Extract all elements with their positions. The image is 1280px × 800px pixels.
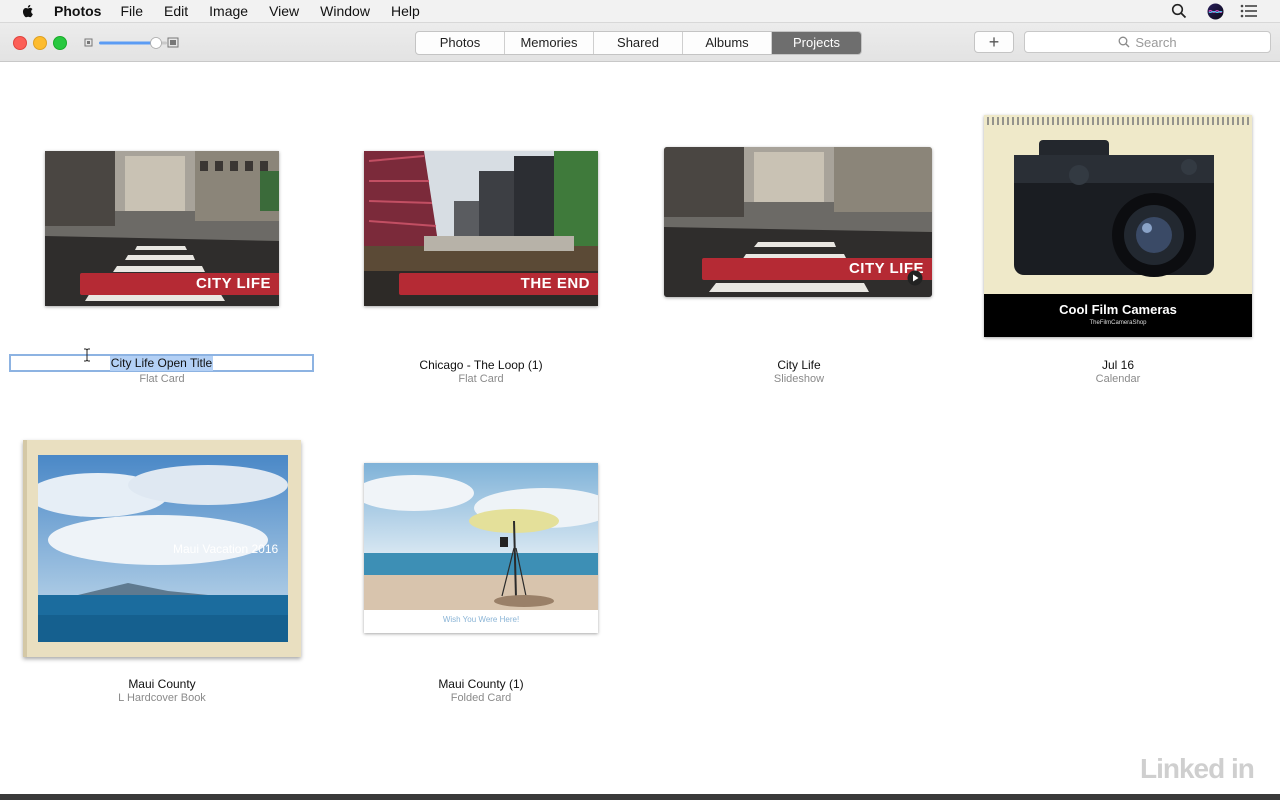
search-placeholder: Search bbox=[1135, 34, 1177, 50]
calendar-title: Cool Film Cameras bbox=[1059, 302, 1177, 317]
project-title-rename-field[interactable]: City Life Open Title bbox=[9, 354, 314, 372]
card-greeting-text: Wish You Were Here! bbox=[442, 615, 520, 624]
linkedin-watermark-logo: Linked in bbox=[1140, 753, 1255, 784]
menu-window[interactable]: Window bbox=[320, 3, 370, 19]
minimize-window-button[interactable] bbox=[33, 36, 47, 50]
apple-icon[interactable] bbox=[20, 3, 36, 19]
menu-app-name[interactable]: Photos bbox=[54, 3, 101, 19]
project-type-label: Calendar bbox=[1095, 373, 1141, 385]
project-type-label: Slideshow bbox=[773, 373, 825, 385]
project-type-label: Flat Card bbox=[458, 373, 504, 385]
close-window-button[interactable] bbox=[13, 36, 27, 50]
menu-view[interactable]: View bbox=[269, 3, 299, 19]
play-icon[interactable] bbox=[907, 270, 923, 286]
window-toolbar: Photos Memories Shared Albums Projects +… bbox=[0, 23, 1280, 62]
city-life-banner: City Life bbox=[702, 258, 932, 280]
menu-image[interactable]: Image bbox=[209, 3, 248, 19]
project-type-label: Flat Card bbox=[139, 373, 185, 385]
add-button[interactable]: + bbox=[974, 31, 1014, 53]
text-cursor-icon bbox=[84, 348, 90, 362]
tab-photos[interactable]: Photos bbox=[416, 32, 505, 54]
project-thumbnail-chicago-the-loop[interactable]: The End bbox=[364, 151, 598, 306]
book-title-overlay: Maui Vacation 2016 bbox=[173, 542, 279, 556]
search-icon bbox=[1118, 36, 1130, 48]
tab-memories[interactable]: Memories bbox=[505, 32, 594, 54]
project-type-label: L Hardcover Book bbox=[118, 692, 206, 704]
menu-edit[interactable]: Edit bbox=[164, 3, 188, 19]
view-tabs: Photos Memories Shared Albums Projects bbox=[415, 31, 862, 55]
menu-help[interactable]: Help bbox=[391, 3, 420, 19]
project-thumbnail-city-life-open-title[interactable]: City Life bbox=[45, 151, 279, 306]
calendar-title-bar: Cool Film Cameras TheFilmCameraShop bbox=[984, 294, 1252, 337]
project-thumbnail-city-life-slideshow[interactable]: City Life bbox=[664, 147, 932, 297]
project-thumbnail-calendar[interactable]: Cool Film Cameras TheFilmCameraShop bbox=[984, 115, 1252, 337]
city-life-banner: City Life bbox=[80, 273, 279, 295]
project-title-input-selection[interactable]: City Life Open Title bbox=[109, 355, 214, 371]
siri-icon[interactable] bbox=[1207, 3, 1224, 20]
calendar-subtitle: TheFilmCameraShop bbox=[1089, 320, 1147, 326]
beach-umbrella-photo bbox=[364, 463, 598, 610]
fullscreen-window-button[interactable] bbox=[53, 36, 67, 50]
menu-file[interactable]: File bbox=[120, 3, 143, 19]
project-type-label: Folded Card bbox=[450, 692, 512, 704]
tab-projects[interactable]: Projects bbox=[772, 32, 861, 54]
tab-albums[interactable]: Albums bbox=[683, 32, 772, 54]
project-title[interactable]: City Life bbox=[639, 358, 959, 372]
tab-shared[interactable]: Shared bbox=[594, 32, 683, 54]
search-field[interactable]: Search bbox=[1024, 31, 1271, 53]
project-title[interactable]: Maui County bbox=[2, 677, 322, 691]
project-title[interactable]: Maui County (1) bbox=[321, 677, 641, 691]
menu-bar: Photos File Edit Image View Window Help bbox=[0, 0, 1280, 23]
thumbnail-size-slider[interactable] bbox=[84, 36, 180, 50]
project-thumbnail-maui-county-book[interactable]: Maui Vacation 2016 bbox=[23, 440, 301, 657]
notification-center-icon[interactable] bbox=[1240, 4, 1258, 18]
project-title[interactable]: Jul 16 bbox=[958, 358, 1278, 372]
spotlight-search-icon[interactable] bbox=[1171, 3, 1187, 19]
project-title[interactable]: Chicago - The Loop (1) bbox=[321, 358, 641, 372]
screen-bottom-edge bbox=[0, 794, 1280, 800]
project-thumbnail-maui-county-card[interactable]: Wish You Were Here! bbox=[364, 463, 598, 633]
the-end-banner: The End bbox=[399, 273, 598, 295]
